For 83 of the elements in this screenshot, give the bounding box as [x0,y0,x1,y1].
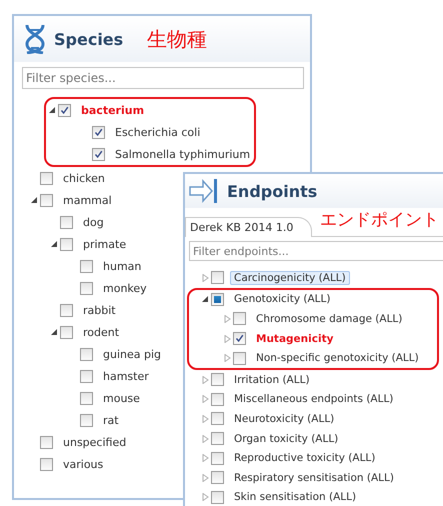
tree-item[interactable]: Organ toxicity (ALL) [230,432,342,446]
checkbox[interactable] [80,392,93,404]
expand-arrow-icon[interactable] [202,474,208,482]
panel-title: Endpoints [227,182,318,200]
panel-title: Species [54,30,124,48]
expand-arrow-icon[interactable] [202,395,208,404]
tree-item[interactable]: Reproductive toxicity (ALL) [230,451,380,466]
expand-arrow-icon[interactable] [202,454,208,462]
tab[interactable]: Derek KB 2014 1.0 [185,217,312,237]
tree-item[interactable]: Non-specific genotoxicity (ALL) [252,351,423,366]
checkbox[interactable] [211,490,224,504]
collapse-arrow-icon[interactable] [50,328,58,336]
collapse-arrow-icon[interactable] [202,295,208,304]
checkbox[interactable] [233,312,246,326]
checkbox[interactable] [40,458,53,470]
checkbox[interactable] [60,238,73,250]
collapse-arrow-icon[interactable] [30,196,38,204]
expand-arrow-icon[interactable] [202,493,208,502]
tree-item[interactable]: Skin sensitisation (ALL) [230,490,360,504]
arrow-icon [189,178,219,204]
tree-item[interactable]: Miscellaneous endpoints (ALL) [230,392,398,406]
checkbox[interactable] [60,304,73,316]
tree-item[interactable]: human [99,258,146,274]
checkbox[interactable] [40,194,53,206]
tree-item[interactable]: unspecified [59,434,130,450]
tree-item[interactable]: rat [99,412,123,428]
checkbox[interactable] [211,471,224,484]
tree-item[interactable]: Chromosome damage (ALL) [252,312,406,326]
checkbox[interactable] [60,216,73,228]
collapse-arrow-icon[interactable] [50,240,58,248]
tree-item[interactable]: mouse [99,390,144,406]
annotation-label: エンドポイント [320,209,439,231]
checkbox[interactable] [80,414,93,426]
expand-arrow-icon[interactable] [202,376,208,384]
expand-arrow-icon[interactable] [224,314,230,323]
tree-item[interactable]: hamster [99,368,153,384]
expand-arrow-icon[interactable] [224,354,230,362]
tree-item[interactable]: bacterium [77,102,148,118]
checkbox[interactable] [80,348,93,360]
checkbox[interactable] [80,282,93,294]
tree-item[interactable]: dog [79,214,108,230]
tree-item[interactable]: Salmonella typhimurium [111,146,254,162]
tree-item[interactable]: chicken [59,170,109,186]
checkbox[interactable] [211,373,224,386]
checkbox[interactable] [92,148,105,160]
tree-item[interactable]: Mutagenicity [252,332,338,346]
tree-item[interactable]: Respiratory sensitisation (ALL) [230,470,398,485]
tree-item[interactable]: monkey [99,280,151,296]
tree-item[interactable]: Escherichia coli [111,124,204,140]
tree-item[interactable]: Carcinogenicity (ALL) [230,270,350,285]
collapse-arrow-icon[interactable] [48,106,56,114]
tree-item[interactable]: rodent [79,324,124,340]
tree-item[interactable]: rabbit [79,302,120,318]
expand-arrow-icon[interactable] [202,414,208,423]
checkbox[interactable] [211,452,224,465]
tree-item[interactable]: Irritation (ALL) [230,372,314,387]
checkbox[interactable] [211,392,224,406]
checkbox[interactable] [211,432,224,446]
dna-icon [24,24,46,54]
expand-arrow-icon[interactable] [202,434,208,443]
checkbox[interactable] [211,271,224,284]
expand-arrow-icon[interactable] [224,334,230,343]
checkbox[interactable] [92,126,105,138]
checkbox[interactable] [233,332,246,346]
annotation-label: 生物種 [147,26,208,52]
filter-field[interactable]: Filter species... [22,67,304,89]
checkbox[interactable] [60,326,73,338]
tree-item[interactable]: guinea pig [99,346,166,362]
expand-arrow-icon[interactable] [202,274,208,282]
tree-item[interactable]: primate [79,236,130,252]
checkbox[interactable] [211,292,224,306]
checkbox[interactable] [80,260,93,272]
checkbox[interactable] [80,370,93,382]
tree-item[interactable]: various [59,456,108,472]
tree-item[interactable]: Neurotoxicity (ALL) [230,412,338,426]
filter-field[interactable]: Filter endpoints... [189,241,443,261]
checkbox[interactable] [211,412,224,426]
checkbox[interactable] [233,352,246,365]
checkbox[interactable] [40,436,53,448]
checkbox[interactable] [58,104,71,116]
tree-item[interactable]: Genotoxicity (ALL) [230,292,334,306]
checkbox[interactable] [40,172,53,184]
tree-item[interactable]: mammal [59,192,116,208]
